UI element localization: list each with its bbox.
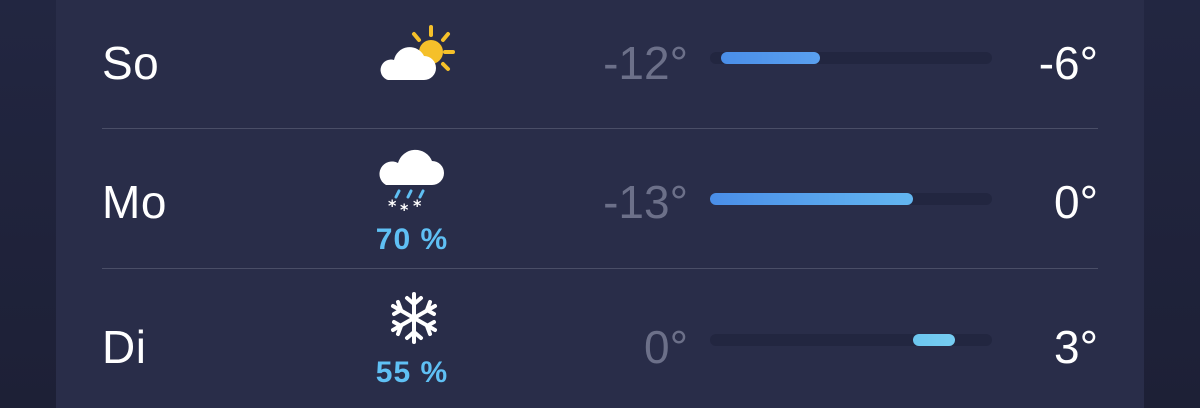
- high-temperature: 0°: [1054, 176, 1098, 228]
- temperature-range-fill: [721, 52, 820, 64]
- svg-text:*: *: [413, 196, 422, 215]
- background-left: [0, 0, 56, 408]
- temperature-range-bar: [710, 334, 992, 346]
- daily-forecast-panel: So -12° -6° Mo * * * 70 % -13° 0° Di 55 …: [56, 0, 1144, 408]
- low-temperature: -12°: [603, 37, 688, 89]
- svg-text:*: *: [400, 200, 409, 215]
- row-divider: [102, 268, 1098, 269]
- day-label: So: [102, 37, 160, 89]
- svg-text:*: *: [388, 196, 397, 215]
- low-temperature: -13°: [603, 176, 688, 228]
- forecast-row-monday: Mo * * * 70 % -13° 0°: [56, 137, 1144, 267]
- high-temperature: 3°: [1054, 321, 1098, 373]
- high-temperature: -6°: [1038, 37, 1098, 89]
- temperature-range-fill: [710, 193, 914, 205]
- temperature-range-bar: [710, 193, 992, 205]
- temperature-range-bar: [710, 52, 992, 64]
- day-label: Mo: [102, 176, 167, 228]
- forecast-row-sunday: So -12° -6°: [56, 0, 1144, 128]
- background-right: [1144, 0, 1200, 408]
- precipitation-chance: 70 %: [375, 223, 449, 256]
- cloud-snow-icon: * * *: [378, 145, 468, 225]
- day-label: Di: [102, 321, 147, 373]
- partly-cloudy-sun-icon: [374, 24, 464, 104]
- low-temperature: 0°: [644, 321, 688, 373]
- forecast-row-tuesday: Di 55 % 0° 3°: [56, 278, 1144, 408]
- precipitation-chance: 55 %: [375, 356, 449, 389]
- row-divider: [102, 128, 1098, 129]
- temperature-range-fill: [913, 334, 956, 346]
